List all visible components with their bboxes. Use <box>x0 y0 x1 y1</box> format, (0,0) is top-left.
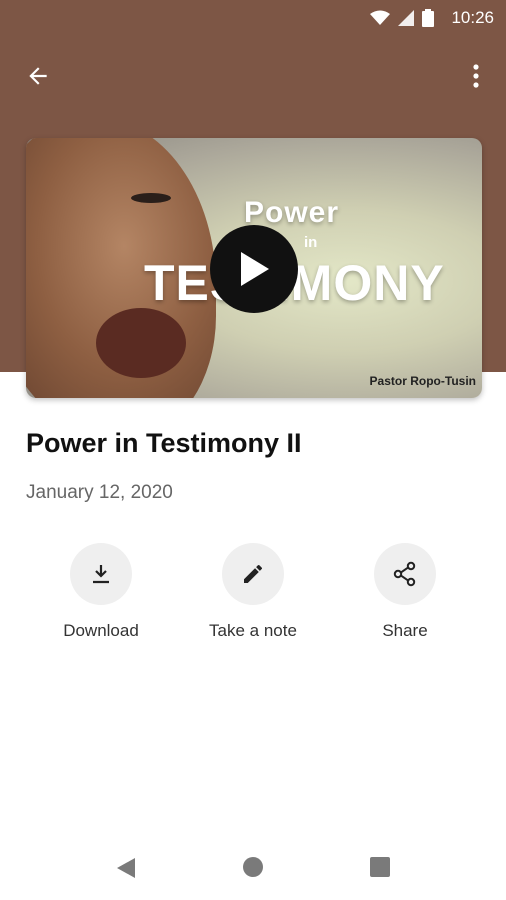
back-button[interactable] <box>20 58 56 94</box>
more-options-button[interactable] <box>462 58 490 94</box>
system-nav-bar <box>0 834 506 900</box>
thumbnail-eye <box>131 193 171 203</box>
download-icon <box>93 565 109 584</box>
action-row: Download Take a note Share <box>26 543 482 653</box>
arrow-left-icon <box>29 67 47 85</box>
thumbnail-author: Pastor Ropo-Tusin <box>369 374 476 388</box>
download-button[interactable]: Download <box>26 543 176 641</box>
download-icon-circle <box>70 543 132 605</box>
play-button[interactable] <box>210 225 298 313</box>
signal-icon <box>398 10 414 26</box>
share-icon <box>393 561 416 587</box>
nav-home-button[interactable] <box>242 856 264 883</box>
wifi-icon <box>370 10 390 25</box>
play-icon <box>241 252 269 286</box>
share-button[interactable]: Share <box>330 543 480 641</box>
sermon-title: Power in Testimony II <box>26 428 302 458</box>
share-icon-circle <box>374 543 436 605</box>
battery-icon <box>422 9 434 27</box>
take-note-icon-circle <box>222 543 284 605</box>
video-thumbnail[interactable]: Power in TESTIMONY Pastor Ropo-Tusin <box>26 138 482 398</box>
more-vert-icon <box>473 64 479 88</box>
thumbnail-title-line2: in <box>304 234 318 251</box>
thumbnail-mouth <box>96 308 186 378</box>
take-note-button[interactable]: Take a note <box>178 543 328 641</box>
status-bar: 10:26 <box>0 0 506 36</box>
download-label: Download <box>63 621 139 640</box>
take-note-label: Take a note <box>209 621 297 640</box>
status-icons <box>370 9 434 27</box>
recents-square-icon <box>370 857 390 877</box>
home-circle-icon <box>243 857 263 877</box>
sermon-date: January 12, 2020 <box>26 482 173 503</box>
back-triangle-icon <box>117 858 135 878</box>
app-bar <box>0 50 506 98</box>
nav-back-button[interactable] <box>115 856 137 885</box>
nav-recents-button[interactable] <box>369 856 391 883</box>
pencil-icon <box>244 564 262 583</box>
status-time: 10:26 <box>451 8 494 27</box>
share-label: Share <box>382 621 428 640</box>
